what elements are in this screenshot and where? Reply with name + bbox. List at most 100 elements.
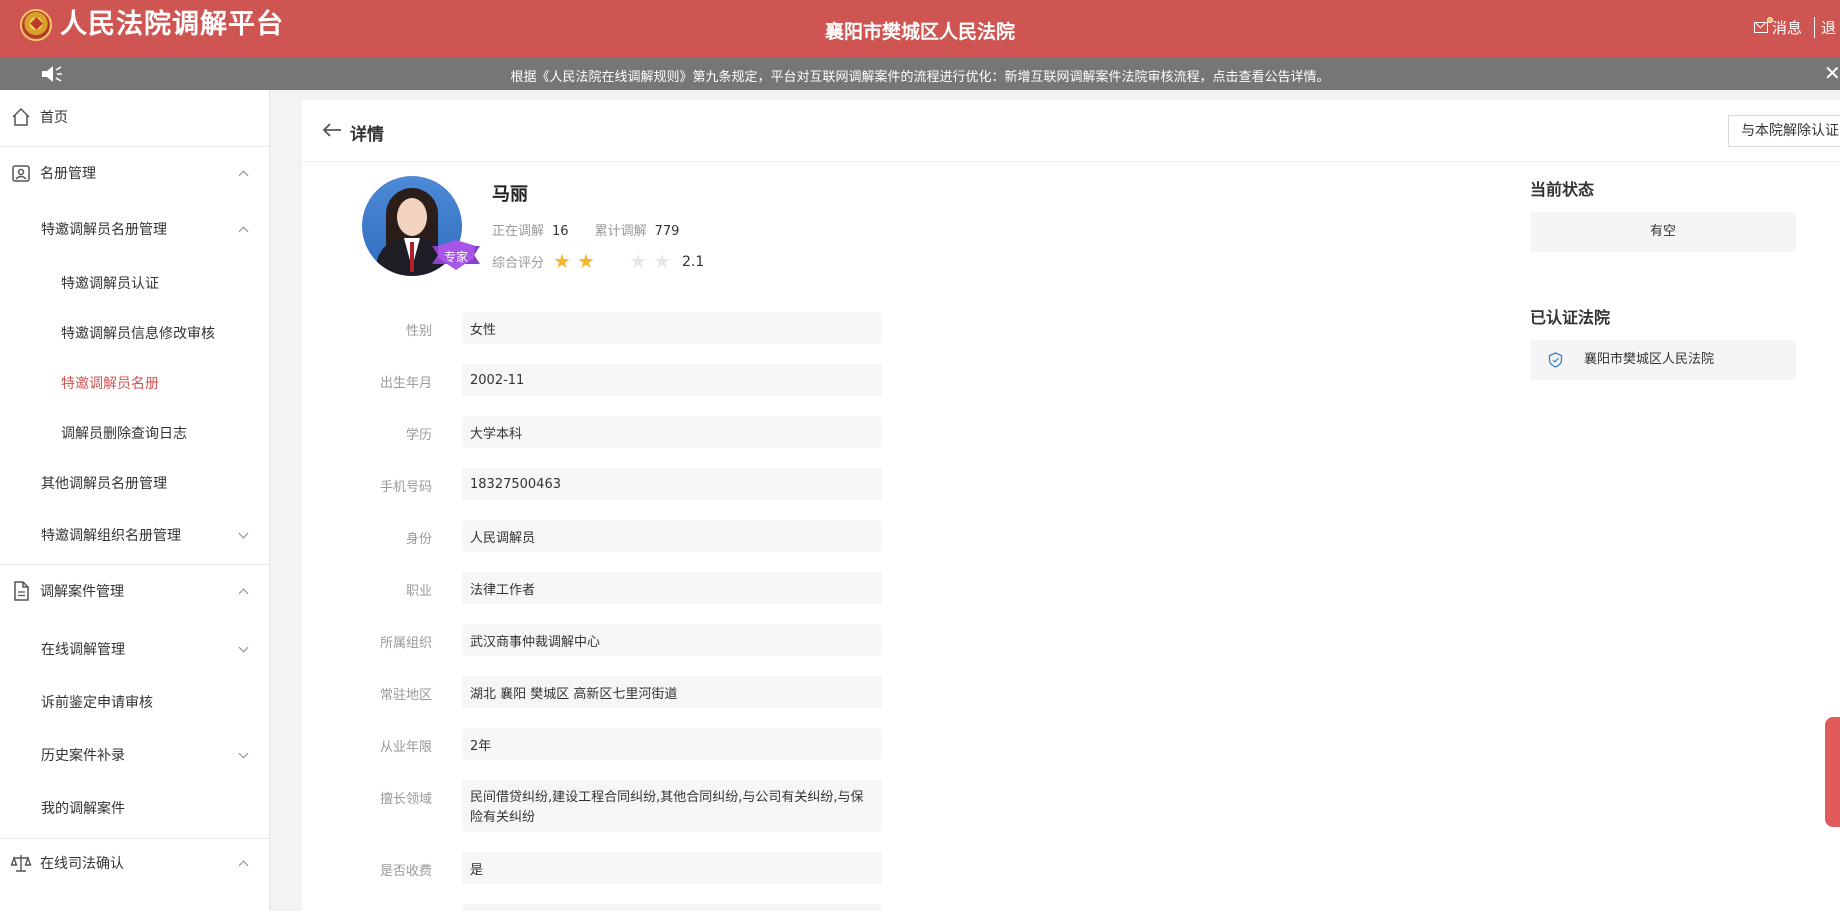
- detail-panel: 详情 与本院解除认证 专家 马丽 正在调解 16 累计调解 779 综合评分 2.1 …: [302, 100, 1840, 911]
- shield-icon: [1548, 352, 1563, 368]
- sidebar: 首页 名册管理 特邀调解员名册管理 特邀调解员认证 特邀调解员信息修改审核 特邀…: [0, 90, 270, 911]
- ongoing-label: 正在调解: [492, 224, 545, 239]
- sidebar-item-label: 特邀调解员认证: [61, 276, 159, 292]
- sidebar-item-history-cases[interactable]: 历史案件补录: [0, 746, 269, 768]
- expert-badge: 专家: [432, 240, 480, 270]
- certified-court-name: 襄阳市樊城区人民法院: [1584, 352, 1715, 367]
- detail-header: 详情 与本院解除认证: [302, 100, 1840, 162]
- sidebar-item-mediator-certification[interactable]: 特邀调解员认证: [0, 274, 269, 296]
- sidebar-item-home[interactable]: 首页: [0, 107, 269, 130]
- field-value: 大学本科: [462, 416, 882, 448]
- certified-courts-title: 已认证法院: [1530, 308, 1611, 327]
- chevron-up-icon: [238, 226, 249, 237]
- field-label: 所属组织: [379, 636, 432, 651]
- divider: [0, 838, 269, 839]
- messages-button[interactable]: 消息: [1754, 17, 1802, 38]
- mediation-stats: 正在调解 16 累计调解 779: [492, 220, 705, 239]
- star-icon: [630, 253, 646, 269]
- field-label: 身份: [405, 532, 432, 547]
- status-badge: 有空: [1530, 212, 1796, 252]
- page-title: 详情: [350, 125, 384, 145]
- sidebar-item-label: 特邀调解员信息修改审核: [61, 326, 215, 342]
- mediator-name: 马丽: [492, 184, 528, 205]
- chevron-up-icon: [238, 860, 249, 871]
- floating-side-tab[interactable]: [1825, 717, 1840, 827]
- star-icon: [654, 253, 670, 269]
- field-label: 常驻地区: [379, 688, 432, 703]
- sidebar-item-info-change-review[interactable]: 特邀调解员信息修改审核: [0, 324, 269, 346]
- chevron-down-icon: [238, 642, 249, 653]
- document-icon: [14, 581, 29, 601]
- logout-button[interactable]: 退: [1814, 17, 1836, 38]
- field-label: 性别: [405, 324, 432, 339]
- scales-icon: [10, 855, 32, 872]
- field-value: 湖北 襄阳 樊城区 高新区七里河街道: [462, 676, 882, 708]
- star-rating: [554, 253, 670, 270]
- field-label: 是否收费: [379, 864, 432, 879]
- field-value: 2年: [462, 728, 882, 760]
- rating: 综合评分 2.1: [492, 252, 704, 271]
- chevron-down-icon: [238, 528, 249, 539]
- sidebar-item-roster-management[interactable]: 名册管理: [0, 164, 269, 186]
- divider: [0, 146, 269, 147]
- chevron-up-icon: [238, 588, 249, 599]
- sidebar-item-special-mediator-roster[interactable]: 特邀调解员名册管理: [0, 220, 269, 242]
- sidebar-item-label: 特邀调解员名册管理: [41, 222, 167, 238]
- revoke-certification-button[interactable]: 与本院解除认证: [1728, 115, 1840, 147]
- sidebar-item-label: 在线调解管理: [41, 642, 125, 658]
- sidebar-item-case-management[interactable]: 调解案件管理: [0, 581, 269, 604]
- sidebar-item-judicial-confirmation[interactable]: 在线司法确认: [0, 854, 269, 876]
- divider: [0, 564, 269, 565]
- status-title: 当前状态: [1530, 180, 1595, 199]
- field-value: 2002-11: [462, 364, 882, 396]
- field-label: 从业年限: [379, 740, 432, 755]
- field-value: 是: [462, 852, 882, 884]
- sidebar-item-online-mediation[interactable]: 在线调解管理: [0, 640, 269, 662]
- close-icon[interactable]: ✕: [1824, 62, 1840, 84]
- sidebar-item-label: 历史案件补录: [41, 748, 125, 764]
- roster-icon: [12, 165, 30, 182]
- sidebar-item-label: 特邀调解组织名册管理: [41, 528, 181, 544]
- field-value: 武汉商事仲裁调解中心: [462, 624, 882, 656]
- field-label: 手机号码: [379, 480, 432, 495]
- certified-court-item: 襄阳市樊城区人民法院: [1530, 340, 1796, 380]
- mail-icon: [1754, 17, 1773, 33]
- announcement-bar[interactable]: 根据《人民法院在线调解规则》第九条规定，平台对互联网调解案件的流程进行优化：新增…: [0, 58, 1840, 90]
- ongoing-value: 16: [552, 224, 569, 239]
- field-label: 擅长领域: [379, 792, 432, 807]
- rating-label: 综合评分: [492, 256, 545, 271]
- sidebar-item-mediator-roster[interactable]: 特邀调解员名册: [0, 374, 269, 396]
- field-value: 民间借贷纠纷,建设工程合同纠纷,其他合同纠纷,与公司有关纠纷,与保险有关纠纷: [462, 780, 882, 832]
- sidebar-item-label: 诉前鉴定申请审核: [41, 695, 153, 711]
- total-value: 779: [654, 224, 680, 239]
- total-label: 累计调解: [594, 224, 647, 239]
- expert-badge-label: 专家: [443, 250, 468, 264]
- field-value: [462, 904, 882, 911]
- sidebar-item-label: 调解案件管理: [40, 584, 124, 600]
- sidebar-item-my-cases[interactable]: 我的调解案件: [0, 799, 269, 821]
- sidebar-item-label: 首页: [40, 110, 68, 126]
- field-label: 职业: [405, 584, 432, 599]
- star-icon: [554, 253, 570, 269]
- unread-dot: [1767, 17, 1773, 23]
- sidebar-item-label: 其他调解员名册管理: [41, 476, 167, 492]
- top-header: 人民法院调解平台 襄阳市樊城区人民法院 消息 退: [0, 0, 1840, 58]
- sidebar-item-organization-roster[interactable]: 特邀调解组织名册管理: [0, 526, 269, 548]
- sidebar-item-appraisal-review[interactable]: 诉前鉴定申请审核: [0, 693, 269, 715]
- star-icon: [578, 253, 594, 269]
- chevron-up-icon: [238, 170, 249, 181]
- sidebar-item-label: 名册管理: [40, 166, 96, 182]
- field-label: 学历: [405, 428, 432, 443]
- rating-value: 2.1: [682, 253, 705, 270]
- field-value: 18327500463: [462, 468, 882, 500]
- chevron-down-icon: [238, 748, 249, 759]
- field-value: 人民调解员: [462, 520, 882, 552]
- back-arrow-icon[interactable]: [322, 122, 342, 138]
- messages-label: 消息: [1772, 19, 1803, 37]
- sidebar-item-label: 我的调解案件: [41, 801, 125, 817]
- announcement-text[interactable]: 根据《人民法院在线调解规则》第九条规定，平台对互联网调解案件的流程进行优化：新增…: [0, 66, 1840, 85]
- court-name: 襄阳市樊城区人民法院: [824, 21, 1015, 43]
- sidebar-item-other-mediators[interactable]: 其他调解员名册管理: [0, 474, 269, 496]
- field-value: 女性: [462, 312, 882, 344]
- sidebar-item-deletion-log[interactable]: 调解员删除查询日志: [0, 424, 269, 446]
